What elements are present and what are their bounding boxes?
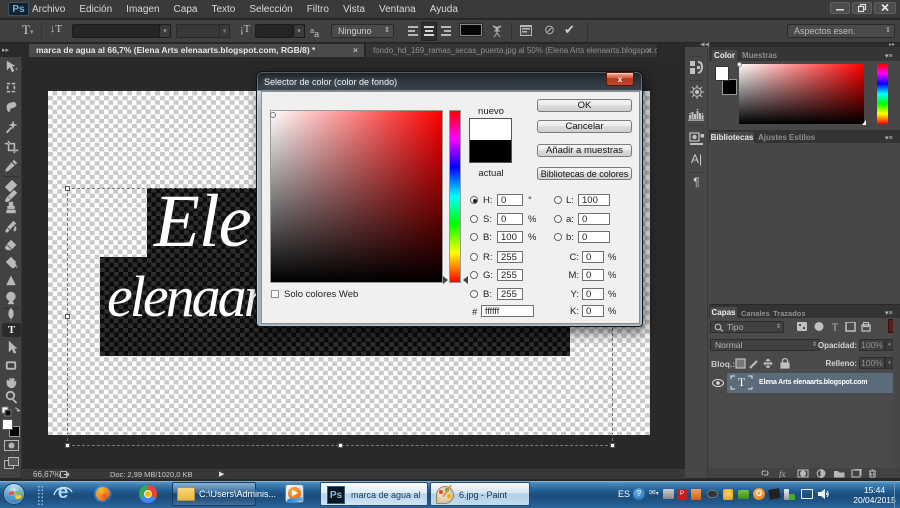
svg-text:T: T (832, 323, 838, 333)
svg-text:fx: fx (779, 469, 786, 478)
